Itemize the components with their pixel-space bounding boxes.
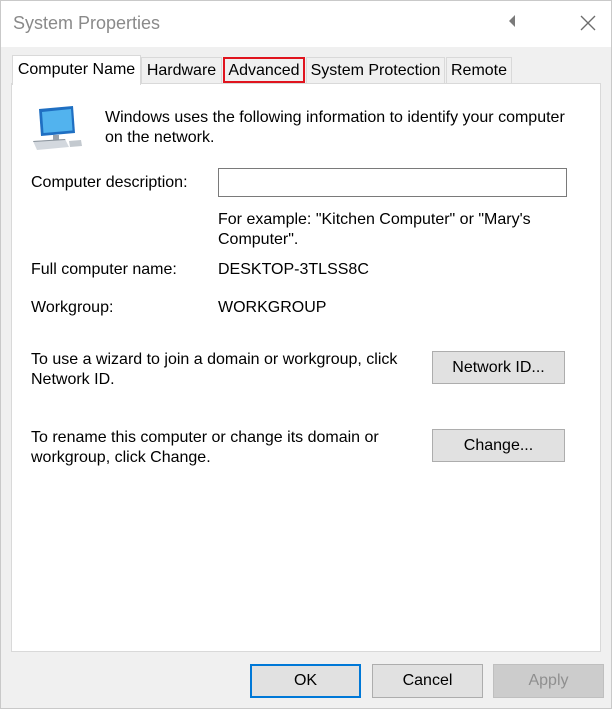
help-button[interactable] — [501, 9, 523, 33]
network-id-text: To use a wizard to join a domain or work… — [31, 351, 398, 388]
full-name-value: DESKTOP-3TLSS8C — [218, 261, 369, 278]
network-id-button[interactable]: Network ID... — [432, 351, 565, 384]
tab-remote[interactable]: Remote — [446, 57, 512, 83]
tab-computer-name[interactable]: Computer Name — [12, 55, 141, 85]
change-button[interactable]: Change... — [432, 429, 565, 462]
tab-advanced[interactable]: Advanced — [223, 57, 305, 83]
title-bar: System Properties — [1, 1, 611, 47]
help-icon — [509, 15, 515, 27]
computer-description-input[interactable] — [218, 168, 567, 197]
apply-button[interactable]: Apply — [493, 664, 604, 698]
window-title: System Properties — [13, 13, 161, 33]
close-button[interactable] — [573, 9, 603, 37]
cancel-button[interactable]: Cancel — [372, 664, 483, 698]
workgroup-label: Workgroup: — [31, 299, 114, 316]
change-text: To rename this computer or change its do… — [31, 429, 379, 466]
full-name-label: Full computer name: — [31, 261, 177, 278]
tab-hardware[interactable]: Hardware — [141, 57, 222, 83]
ok-button[interactable]: OK — [250, 664, 361, 698]
description-label: Computer description: — [31, 174, 188, 191]
close-icon — [580, 15, 596, 31]
example-text: For example: "Kitchen Computer" or "Mary… — [218, 211, 531, 248]
workgroup-value: WORKGROUP — [218, 299, 327, 316]
computer-icon — [33, 106, 82, 150]
tab-system-protection[interactable]: System Protection — [306, 57, 445, 83]
intro-text: Windows uses the following information t… — [105, 109, 565, 146]
system-properties-window: System Properties Computer Name Hardware… — [0, 0, 612, 709]
